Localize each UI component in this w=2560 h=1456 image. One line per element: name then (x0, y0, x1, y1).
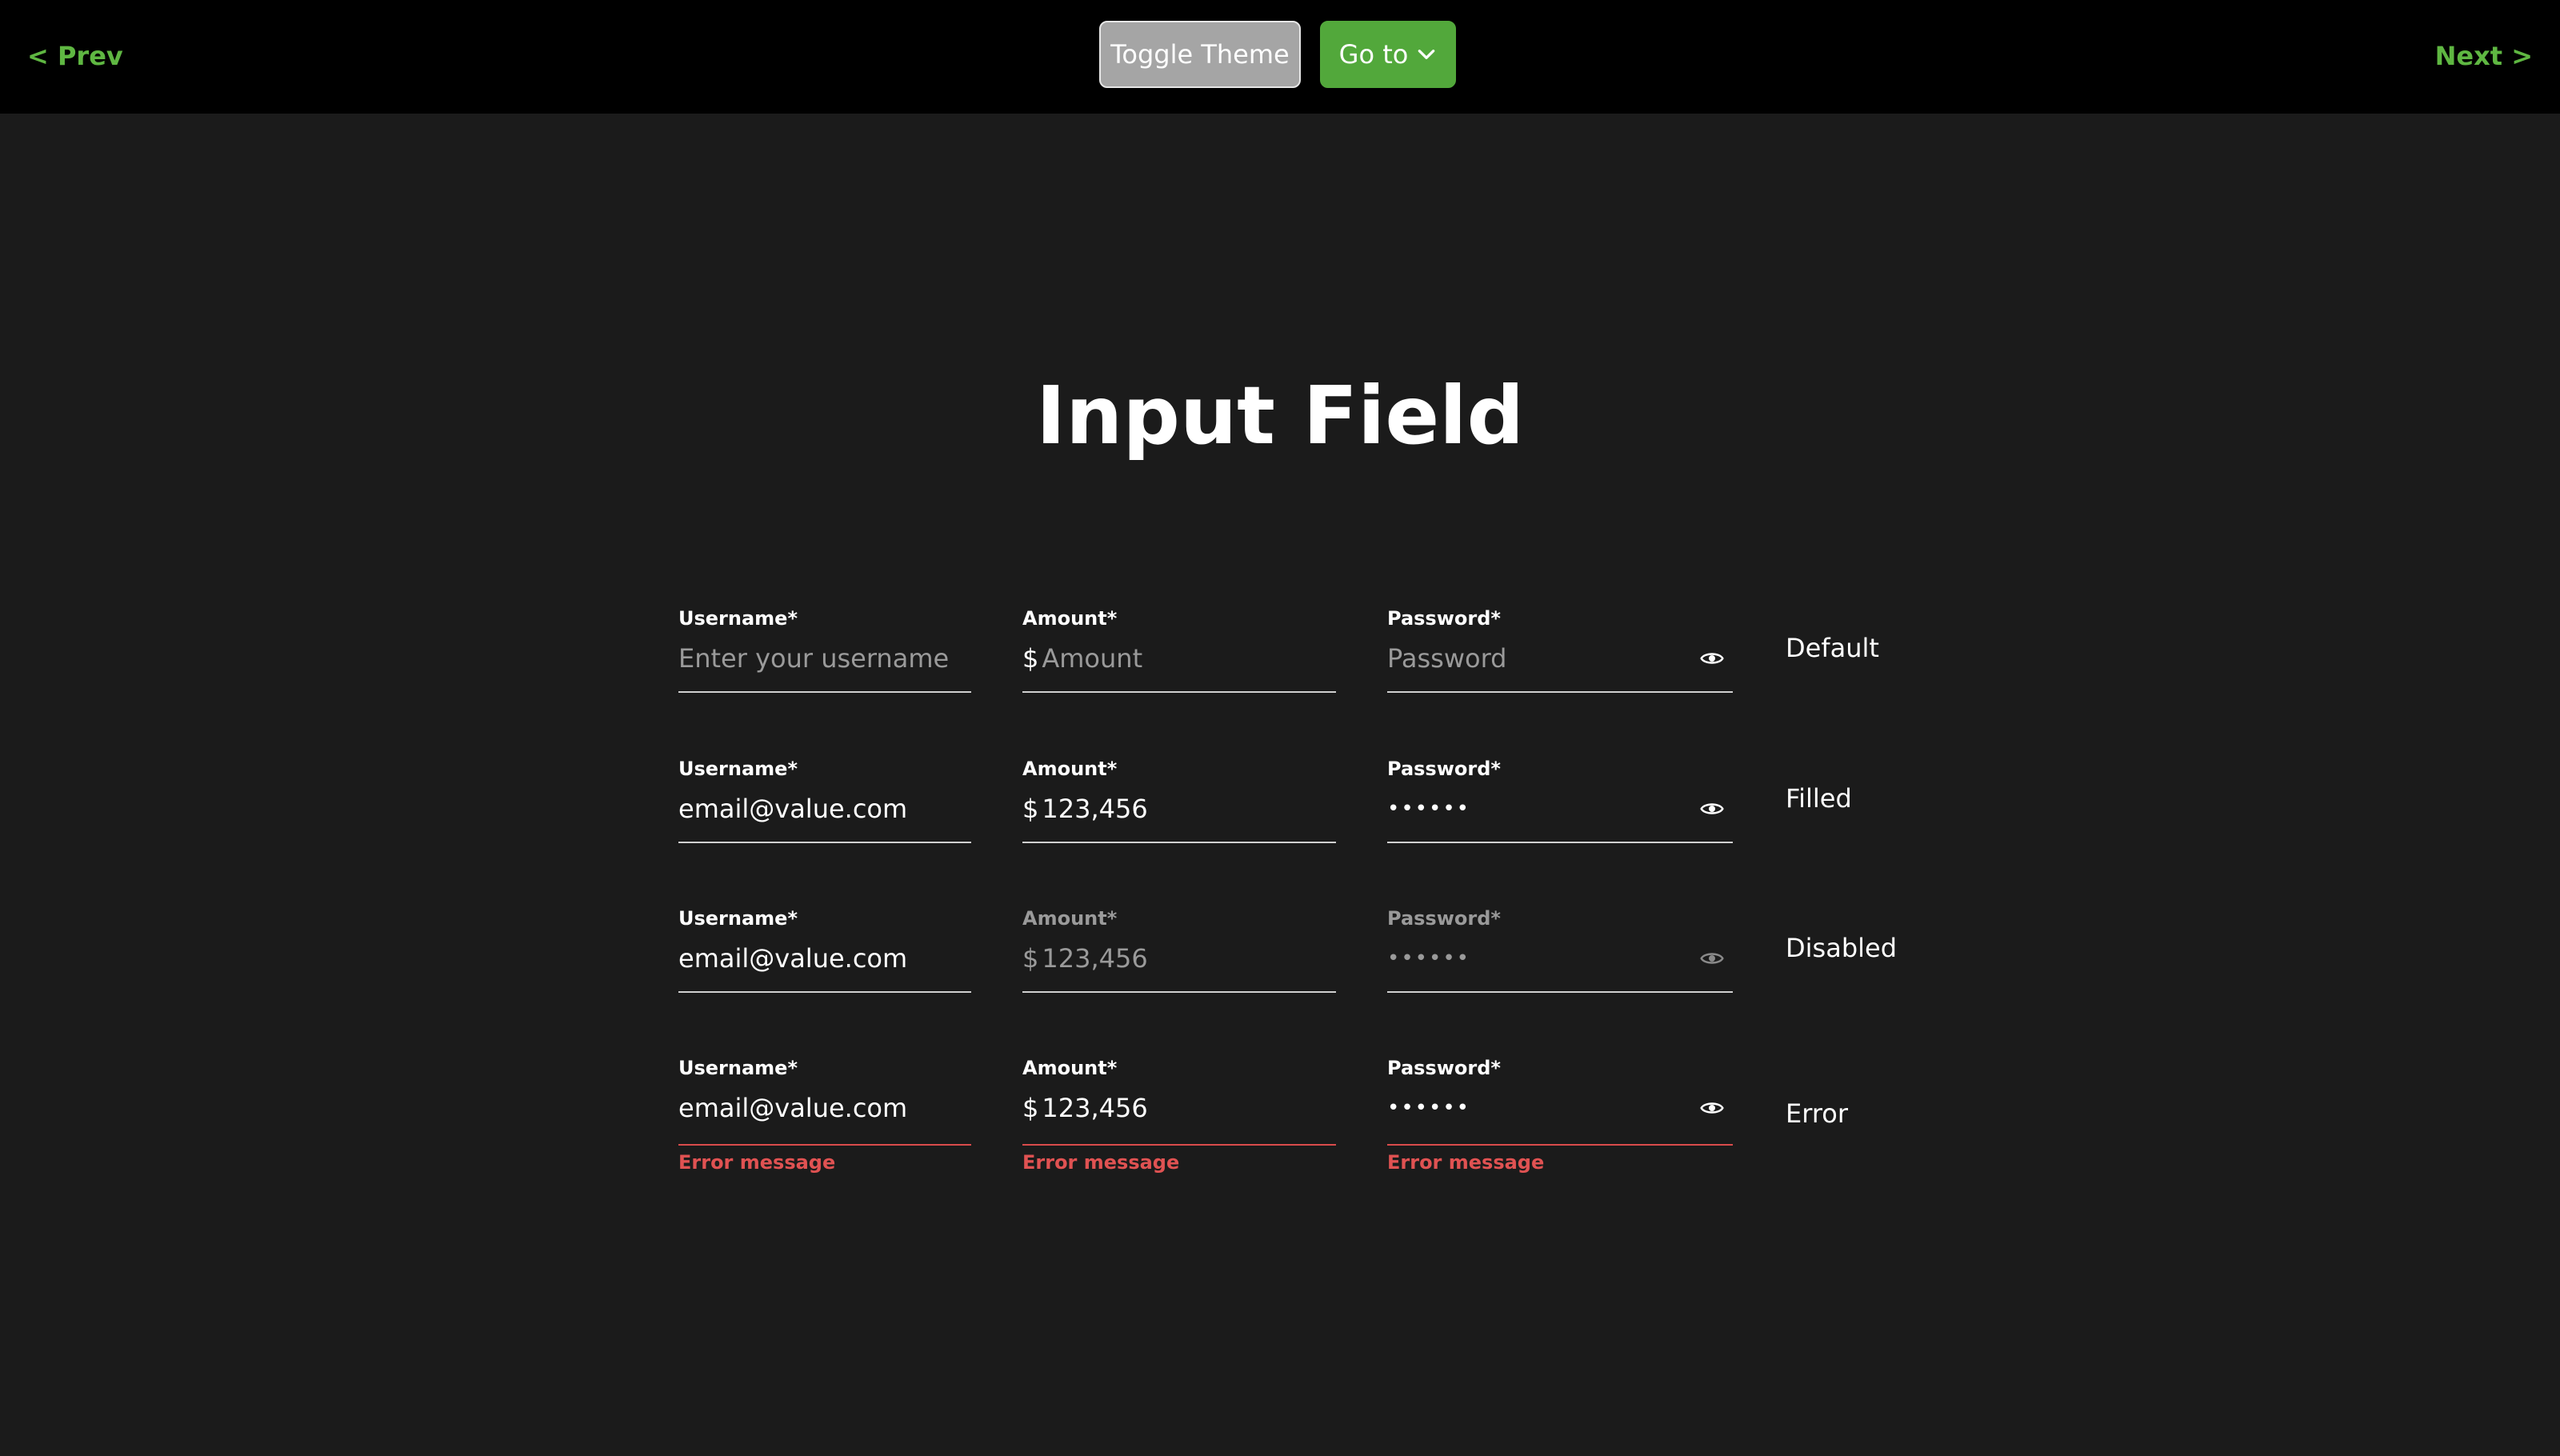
state-label-default: Default (1786, 633, 1879, 663)
field-underline-error (1022, 1144, 1336, 1146)
username-value: email@value.com (678, 794, 908, 824)
password-label: Password* (1387, 907, 1501, 930)
password-label: Password* (1387, 607, 1501, 630)
toggle-theme-label: Toggle Theme (1110, 39, 1290, 70)
username-input[interactable]: Enter your username (678, 638, 971, 678)
currency-prefix: $ (1022, 943, 1039, 974)
goto-dropdown-button[interactable]: Go to (1320, 21, 1456, 88)
username-field-default: Username* Enter your username (678, 606, 971, 694)
password-placeholder: Password (1387, 643, 1507, 674)
username-label: Username* (678, 607, 798, 630)
error-message: Error message (1022, 1151, 1180, 1174)
username-input[interactable]: email@value.com (678, 938, 971, 978)
chevron-down-icon (1418, 50, 1435, 59)
amount-label: Amount* (1022, 758, 1118, 780)
eye-icon[interactable] (1699, 796, 1725, 822)
field-underline (1387, 991, 1733, 993)
amount-placeholder: Amount (1042, 643, 1143, 674)
field-underline (678, 691, 971, 693)
password-field-error: Password* •••••• Error message (1387, 1056, 1733, 1184)
currency-prefix: $ (1022, 1093, 1039, 1123)
username-input[interactable]: email@value.com (678, 1088, 971, 1128)
username-placeholder: Enter your username (678, 643, 950, 674)
field-underline (1022, 991, 1336, 993)
eye-icon[interactable] (1699, 1095, 1725, 1121)
state-label-error: Error (1786, 1098, 1848, 1129)
page-title: Input Field (1035, 369, 1525, 462)
state-label-filled: Filled (1786, 783, 1852, 814)
username-field-filled: Username* email@value.com (678, 757, 971, 845)
amount-label: Amount* (1022, 607, 1118, 630)
state-label-disabled: Disabled (1786, 933, 1898, 963)
field-underline (678, 842, 971, 843)
amount-label: Amount* (1022, 1057, 1118, 1079)
username-field-disabled: Username* email@value.com (678, 906, 971, 994)
password-value: •••••• (1387, 1096, 1471, 1120)
amount-value: 123,456 (1042, 1093, 1148, 1123)
currency-prefix: $ (1022, 794, 1039, 824)
amount-input: $ 123,456 (1022, 938, 1336, 978)
password-input[interactable]: •••••• (1387, 1088, 1733, 1128)
toggle-theme-button[interactable]: Toggle Theme (1099, 21, 1301, 88)
eye-icon (1700, 953, 1724, 964)
password-input: •••••• (1387, 938, 1733, 978)
field-underline (1022, 691, 1336, 693)
password-value: •••••• (1387, 797, 1471, 821)
password-input[interactable]: •••••• (1387, 789, 1733, 829)
amount-field-filled: Amount* $ 123,456 (1022, 757, 1336, 845)
top-nav-bar: < Prev Toggle Theme Go to Next > (0, 0, 2560, 114)
amount-field-default: Amount* $ Amount (1022, 606, 1336, 694)
username-label: Username* (678, 907, 798, 930)
amount-field-error: Amount* $ 123,456 Error message (1022, 1056, 1336, 1184)
password-label: Password* (1387, 758, 1501, 780)
amount-label: Amount* (1022, 907, 1118, 930)
field-underline (1022, 842, 1336, 843)
password-value: •••••• (1387, 946, 1471, 970)
username-field-error: Username* email@value.com Error message (678, 1056, 971, 1184)
password-field-filled: Password* •••••• (1387, 757, 1733, 845)
amount-value: 123,456 (1042, 794, 1148, 824)
error-message: Error message (678, 1151, 836, 1174)
username-value: email@value.com (678, 1093, 908, 1123)
amount-value: 123,456 (1042, 943, 1148, 974)
amount-field-disabled: Amount* $ 123,456 (1022, 906, 1336, 994)
username-label: Username* (678, 1057, 798, 1079)
goto-label: Go to (1338, 39, 1409, 70)
field-underline-error (1387, 1144, 1733, 1146)
currency-prefix: $ (1022, 643, 1039, 674)
error-message: Error message (1387, 1151, 1545, 1174)
field-underline (678, 991, 971, 993)
password-input[interactable]: Password (1387, 638, 1733, 678)
amount-input[interactable]: $ Amount (1022, 638, 1336, 678)
password-field-default: Password* Password (1387, 606, 1733, 694)
next-link[interactable]: Next > (2435, 38, 2533, 74)
amount-input[interactable]: $ 123,456 (1022, 1088, 1336, 1128)
password-label: Password* (1387, 1057, 1501, 1079)
eye-icon[interactable] (1699, 646, 1725, 671)
prev-link[interactable]: < Prev (27, 38, 123, 74)
amount-input[interactable]: $ 123,456 (1022, 789, 1336, 829)
username-value: email@value.com (678, 943, 908, 974)
password-field-disabled: Password* •••••• (1387, 906, 1733, 994)
field-underline (1387, 842, 1733, 843)
field-underline (1387, 691, 1733, 693)
username-input[interactable]: email@value.com (678, 789, 971, 829)
field-underline-error (678, 1144, 971, 1146)
username-label: Username* (678, 758, 798, 780)
